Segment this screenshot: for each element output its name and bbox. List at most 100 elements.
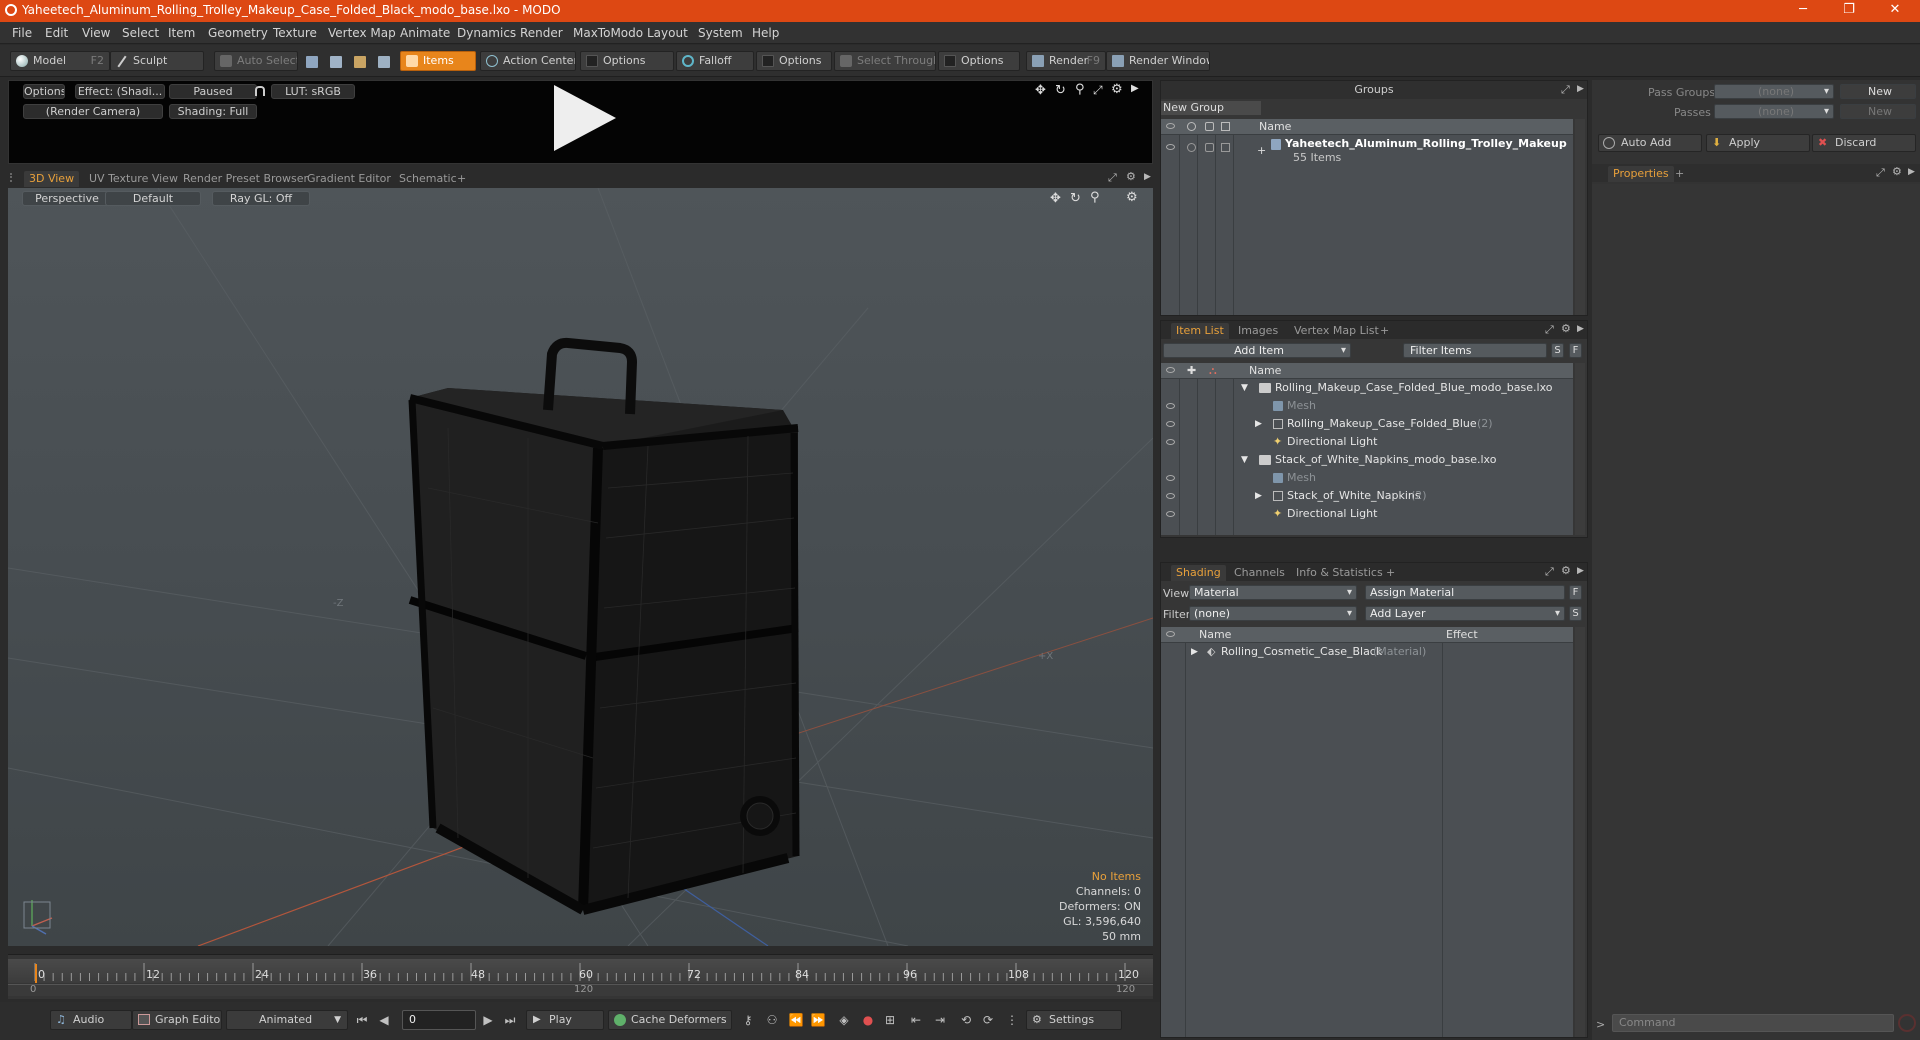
perspective-dropdown[interactable]: Perspective [22,191,112,206]
new-pass-button[interactable]: New [1840,104,1916,119]
add-properties-tab-button[interactable]: + [1670,166,1689,182]
sculpt-mode-button[interactable]: Sculpt [110,51,204,71]
settings-button[interactable]: ⚙ Settings [1026,1010,1122,1030]
item-visibility-icon[interactable] [1166,439,1175,445]
audio-button[interactable]: ♫ Audio [50,1010,132,1030]
menu-view[interactable]: View [82,26,110,40]
menu-vertex-map[interactable]: Vertex Map [328,26,396,40]
menu-dynamics[interactable]: Dynamics [457,26,516,40]
loop-icon[interactable]: ⟲ [958,1012,974,1028]
new-pass-group-button[interactable]: New [1840,84,1916,99]
select-through-button[interactable]: Select Through [834,51,936,71]
menu-geometry[interactable]: Geometry [208,26,268,40]
item-list-maximize-icon[interactable]: ⤢ [1545,323,1554,337]
tab-item-list[interactable]: Item List [1171,323,1229,339]
go-to-start-icon[interactable]: ⏮ [354,1012,370,1028]
key-options-icon[interactable]: ⊞ [882,1012,898,1028]
lut-dropdown[interactable]: LUT: sRGB [271,84,355,99]
groups-scrollbar[interactable] [1575,119,1585,315]
zoom-view-icon[interactable]: ⚲ [1075,82,1085,97]
group-lock-icon[interactable] [1205,143,1214,152]
list-item[interactable]: Mesh [1161,397,1573,415]
list-item[interactable]: ▼ Rolling_Makeup_Case_Folded_Blue_modo_b… [1161,379,1573,397]
viewport-rotate-icon[interactable]: ↻ [1070,191,1081,206]
markers-icon[interactable]: ⋮ [1004,1012,1020,1028]
action-center-button[interactable]: Action Center [480,51,576,71]
group-item-name[interactable]: Yaheetech_Aluminum_Rolling_Trolley_Makeu… [1285,137,1569,150]
list-item[interactable]: ✦ Directional Light [1161,505,1573,523]
tab-3d-view[interactable]: 3D View [24,171,80,187]
item-render-column-icon[interactable]: ⛬ [1209,363,1217,379]
animated-dropdown[interactable]: Animated ▼ [226,1010,348,1030]
shading-f-button[interactable]: F [1569,585,1582,600]
polygons-mode-icon[interactable] [354,56,366,68]
expand-arrow-icon[interactable]: ▶ [1191,643,1198,661]
shader-tree-scrollbar[interactable] [1575,627,1585,1037]
default-shading-dropdown[interactable]: Default [105,191,201,206]
model-mode-button[interactable]: Model F2 [10,51,110,71]
add-shading-tab-button[interactable]: + [1381,565,1400,581]
item-visibility-icon[interactable] [1166,421,1175,427]
menu-file[interactable]: File [12,26,32,40]
shading-s-button[interactable]: S [1569,606,1582,621]
viewport-settings-icon[interactable]: ⚙ [1126,190,1138,205]
expand-arrow-icon[interactable]: ▶ [1255,487,1262,505]
vertices-mode-icon[interactable] [306,56,318,68]
shader-tree[interactable]: Name Effect ▶ ⬖ Rolling_Cosmetic_Case_Bl… [1161,627,1573,1037]
groups-menu-arrow-icon[interactable]: ▶ [1577,84,1584,94]
discard-button[interactable]: ✖ Discard [1812,134,1916,152]
item-list-menu-arrow-icon[interactable]: ▶ [1577,324,1584,334]
maximize-view-icon[interactable]: ⤢ [1093,83,1103,98]
preview-paused-button[interactable]: Paused [169,84,257,99]
tab-uv-texture-view[interactable]: UV Texture View [84,171,183,187]
item-visibility-column-icon[interactable] [1166,367,1175,373]
pass-groups-dropdown[interactable]: (none) [1714,84,1834,99]
set-key-icon[interactable]: ◈ [836,1012,852,1028]
sync-icon[interactable]: ⟳ [980,1012,996,1028]
auto-add-button[interactable]: Auto Add [1598,134,1702,152]
shading-settings-icon[interactable]: ⚙ [1561,564,1571,577]
3d-viewport[interactable]: Perspective Default Ray GL: Off ✥ ↻ ⚲ ⚙ … [8,188,1153,946]
graph-editor-button[interactable]: Graph Editor [132,1010,222,1030]
previous-frame-icon[interactable]: ◀ [376,1012,392,1028]
menu-animate[interactable]: Animate [400,26,450,40]
filter-f-button[interactable]: F [1569,343,1582,358]
menu-texture[interactable]: Texture [273,26,317,40]
move-view-icon[interactable]: ✥ [1035,83,1046,98]
maximize-panel-icon[interactable]: ⤢ [1108,171,1117,185]
menu-system[interactable]: System [698,26,743,40]
visibility-column-icon[interactable] [1166,123,1175,129]
command-input[interactable]: Command [1612,1014,1894,1032]
next-marker-icon[interactable]: ⇥ [932,1012,948,1028]
timeline[interactable]: 0 12 24 36 48 60 72 84 96 108 120 0 120 … [8,954,1153,999]
preview-settings-icon[interactable]: ⚙ [1111,82,1123,97]
preview-options-button[interactable]: Options [23,84,65,99]
list-item[interactable]: ▼ Stack_of_White_Napkins_modo_base.lxo [1161,451,1573,469]
panel-settings-icon[interactable]: ⚙ [1126,170,1136,183]
expand-arrow-icon[interactable]: ▶ [1255,415,1262,433]
shading-dropdown[interactable]: Shading: Full [169,104,257,119]
action-center-options-button[interactable]: Options [580,51,674,71]
shading-maximize-icon[interactable]: ⤢ [1545,565,1554,579]
add-tab-button[interactable]: + [452,171,471,187]
menu-maxtomodo[interactable]: MaxToModo [573,26,643,40]
item-lock-column-icon[interactable]: ✚ [1187,363,1196,379]
shader-visibility-column-icon[interactable] [1166,631,1175,637]
passes-dropdown[interactable]: (none) [1714,104,1834,119]
add-item-dropdown[interactable]: Add Item [1163,343,1351,358]
render-column-icon[interactable] [1187,122,1196,131]
menu-select[interactable]: Select [122,26,159,40]
minimize-button[interactable]: ─ [1780,0,1826,22]
cache-deformers-button[interactable]: Cache Deformers [608,1010,732,1030]
items-mode-button[interactable]: Items [400,51,476,71]
tab-vertex-map-list[interactable]: Vertex Map List [1289,323,1384,339]
item-list-scrollbar[interactable] [1575,363,1585,535]
menu-edit[interactable]: Edit [45,26,68,40]
prev-key-icon[interactable]: ⏪ [788,1012,804,1028]
filter-dropdown[interactable]: (none) [1189,606,1357,621]
properties-menu-arrow-icon[interactable]: ▶ [1908,167,1915,177]
group-render-icon[interactable] [1187,143,1196,152]
item-list-settings-icon[interactable]: ⚙ [1561,322,1571,335]
panel-menu-arrow-icon[interactable]: ▶ [1144,172,1151,182]
expand-arrow-icon[interactable]: ▶ [1131,83,1139,94]
